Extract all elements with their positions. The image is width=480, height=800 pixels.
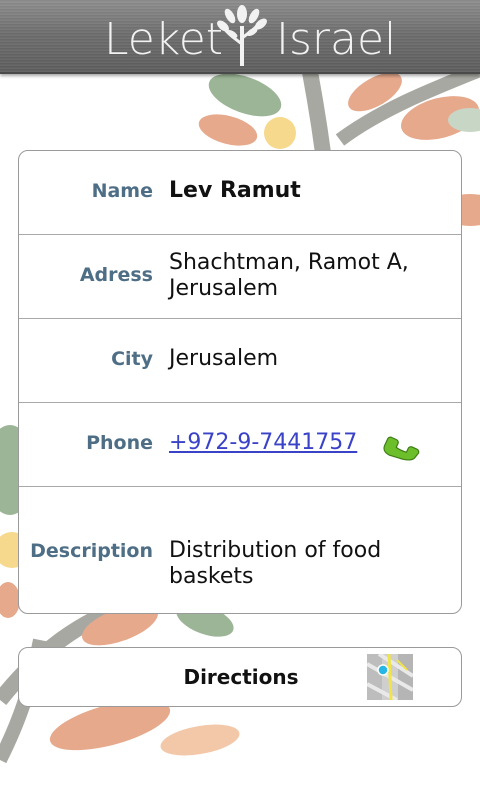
city-value: Jerusalem [169,346,279,371]
map-directions-icon [367,654,413,700]
address-value: Shachtman, Ramot A, Jerusalem [169,250,409,301]
description-label: Description [30,540,153,562]
detail-row-address: Adress Shachtman, Ramot A, Jerusalem [19,235,461,319]
phone-label: Phone [86,432,153,454]
city-label: City [111,348,153,370]
name-value: Lev Ramut [169,178,301,203]
detail-row-description: Description Distribution of food baskets [19,487,461,613]
phone-link[interactable]: +972-9-7441757 [169,430,357,456]
tree-logo-icon [217,5,267,66]
name-label: Name [91,180,153,202]
logo-text-left: Leket [104,14,224,65]
detail-row-city: City Jerusalem [19,319,461,403]
logo-text-right: Israel [276,14,397,65]
address-label: Adress [79,264,153,286]
detail-row-name: Name Lev Ramut [19,151,461,235]
directions-button[interactable]: Directions [18,647,462,707]
details-card: Name Lev Ramut Adress Shachtman, Ramot A… [18,150,462,614]
description-value: Distribution of food baskets [169,538,382,589]
phone-call-icon[interactable] [379,425,421,467]
detail-row-phone: Phone +972-9-7441757 [19,403,461,487]
app-header: Leket Israel [0,0,480,74]
